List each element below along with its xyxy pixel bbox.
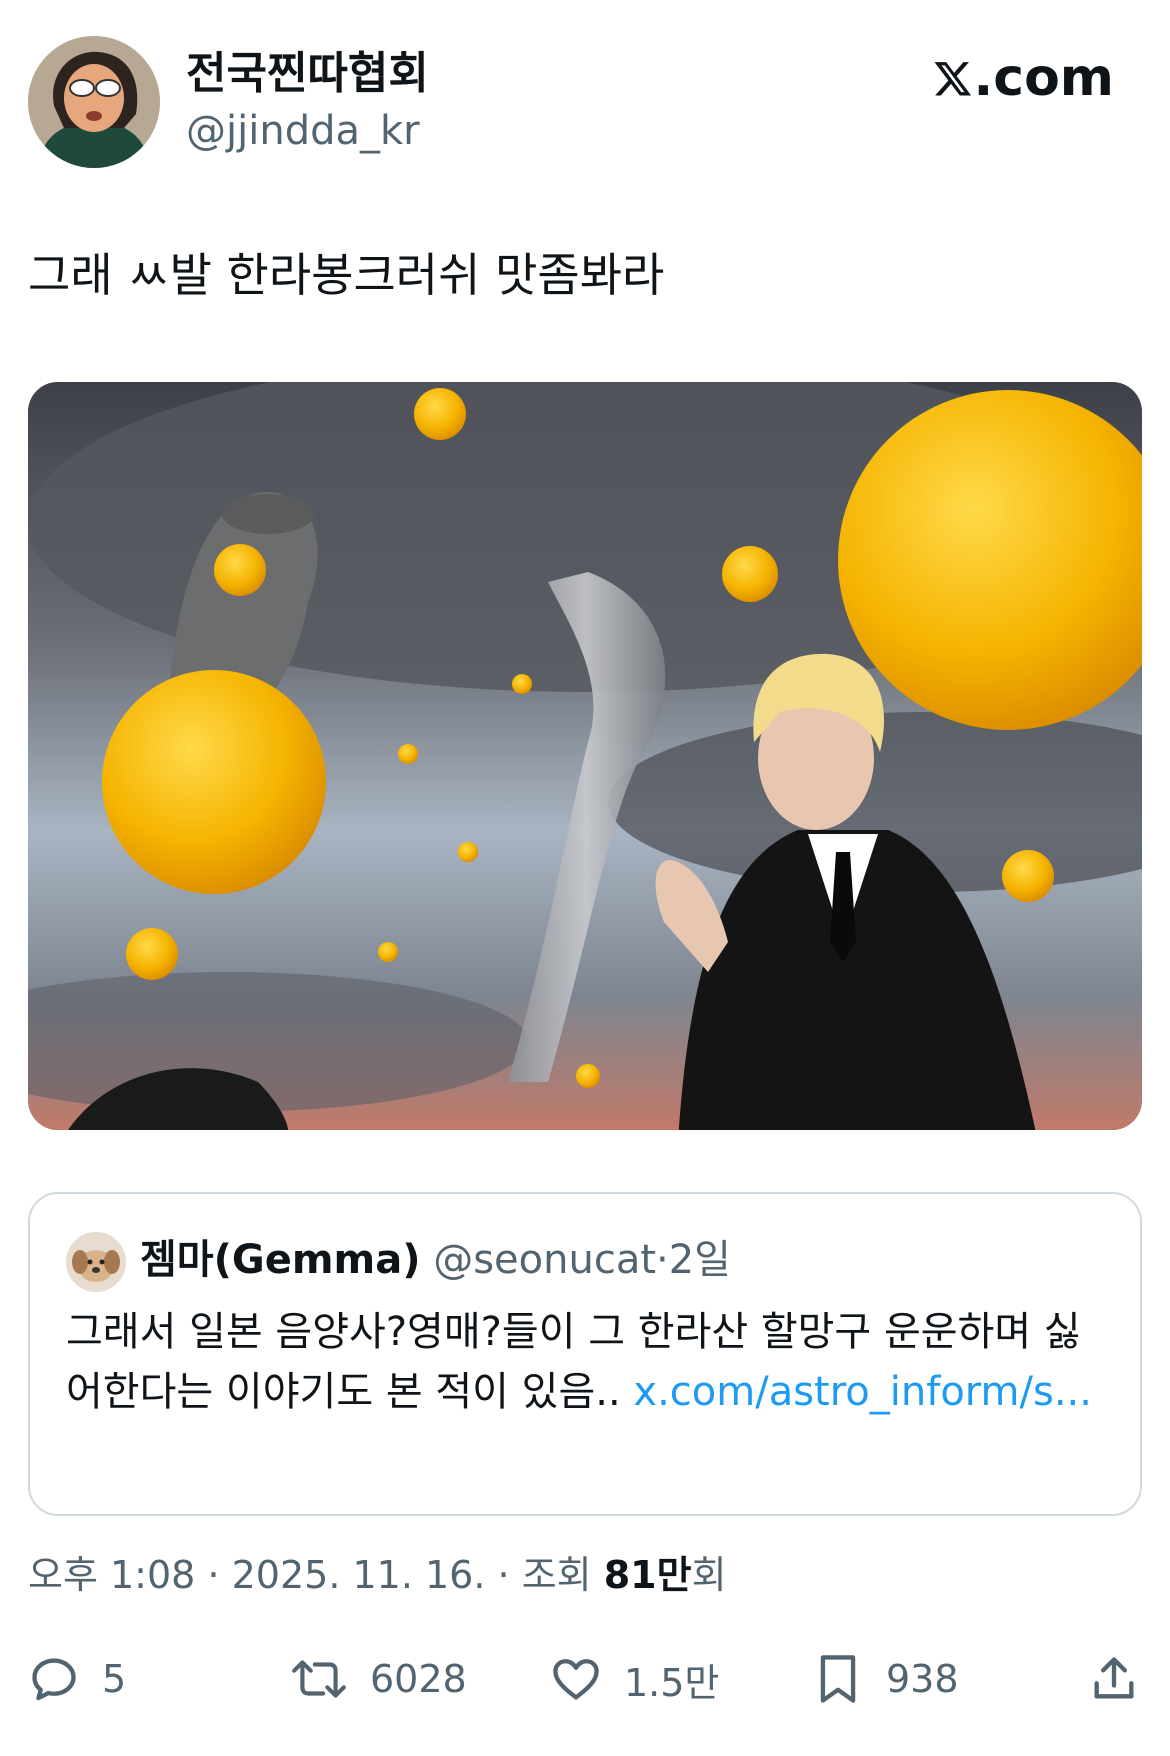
reply-button[interactable]: 5 xyxy=(28,1644,126,1714)
like-button[interactable]: 1.5만 xyxy=(550,1644,719,1714)
quoted-author-name[interactable]: 젬마(Gemma) xyxy=(140,1237,420,1283)
tweet-action-bar: 5 6028 1.5만 938 xyxy=(28,1644,1142,1714)
brand-label: .com xyxy=(973,48,1115,108)
avatar-illustration xyxy=(28,36,160,168)
author-handle[interactable]: @jjindda_kr xyxy=(186,104,420,158)
bookmark-icon xyxy=(820,1655,856,1703)
views-count: 81만 xyxy=(603,1553,692,1597)
like-count: 1.5만 xyxy=(624,1660,720,1705)
bookmark-count: 938 xyxy=(886,1657,959,1701)
retweet-button[interactable]: 6028 xyxy=(290,1644,467,1714)
media-illustration xyxy=(28,382,1142,1130)
meta-separator: · xyxy=(207,1553,220,1597)
quoted-tweet-link[interactable]: x.com/​astro_inform/s... xyxy=(633,1369,1092,1415)
author-display-name[interactable]: 전국찐따협회 xyxy=(186,46,429,102)
bookmark-button[interactable]: 938 xyxy=(812,1644,959,1714)
retweet-icon xyxy=(292,1660,346,1698)
tweet-date[interactable]: 2025. 11. 16. xyxy=(232,1553,486,1597)
quoted-tweet-header: 젬마(Gemma) @seonucat·2일 xyxy=(140,1232,731,1288)
quoted-tweet-card[interactable]: 젬마(Gemma) @seonucat·2일 그래서 일본 음양사?영매?들이 … xyxy=(28,1192,1142,1516)
reply-count: 5 xyxy=(102,1657,127,1701)
meta-separator: · xyxy=(497,1553,510,1597)
tweet-time[interactable]: 오후 1:08 xyxy=(28,1553,195,1597)
share-button[interactable] xyxy=(1088,1644,1162,1714)
author-avatar[interactable] xyxy=(28,36,160,168)
quoted-author-handle[interactable]: @seonucat xyxy=(433,1237,656,1283)
tweet-meta-line: 오후 1:08 · 2025. 11. 16. · 조회 81만회 xyxy=(28,1548,727,1602)
share-icon xyxy=(1094,1657,1134,1699)
quoted-author-avatar[interactable] xyxy=(66,1232,126,1292)
quoted-tweet-time[interactable]: 2일 xyxy=(669,1237,731,1283)
tweet-media-image[interactable] xyxy=(28,382,1142,1130)
retweet-count: 6028 xyxy=(370,1657,467,1701)
views-prefix: 조회 xyxy=(521,1553,592,1597)
dog-avatar-illustration xyxy=(66,1232,126,1292)
brand-watermark: .com xyxy=(932,46,1115,110)
quoted-header-separator: · xyxy=(656,1237,669,1283)
reply-icon xyxy=(32,1658,76,1701)
tweet-text: 그래 ㅆ발 한라봉크러쉬 맛좀봐라 xyxy=(28,248,665,302)
quoted-tweet-body: 그래서 일본 음양사?영매?들이 그 한라산 할망구 운운하며 싫어한다는 이야… xyxy=(66,1302,1106,1422)
views-suffix: 회 xyxy=(691,1553,727,1597)
x-logo-icon xyxy=(934,62,971,96)
heart-icon xyxy=(553,1659,599,1700)
